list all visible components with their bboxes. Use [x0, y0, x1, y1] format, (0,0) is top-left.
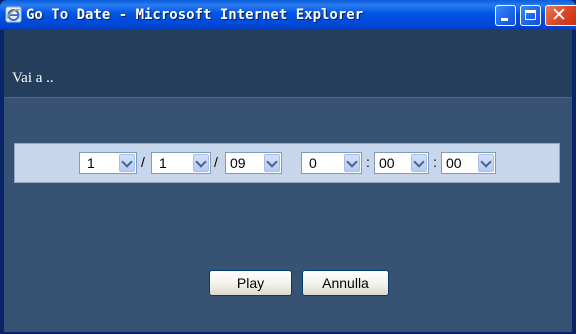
play-button[interactable]: Play — [209, 270, 292, 296]
maximize-button[interactable] — [520, 5, 541, 26]
date-separator: / — [141, 154, 145, 170]
minute-select[interactable]: 00 — [374, 152, 429, 174]
chevron-down-icon[interactable] — [344, 154, 360, 172]
time-separator: : — [433, 154, 437, 170]
close-icon: ✕ — [551, 4, 567, 26]
chevron-down-icon[interactable] — [264, 154, 280, 172]
chevron-down-icon[interactable] — [411, 154, 427, 172]
year-value: 09 — [230, 155, 246, 171]
dialog-content: Vai a .. 1 / 1 / 09 0 : 00: 00 Play Ann… — [4, 30, 572, 332]
internet-explorer-icon — [5, 6, 22, 23]
cancel-button[interactable]: Annulla — [302, 270, 389, 296]
second-select[interactable]: 00 — [441, 152, 496, 174]
date-time-panel: 1 / 1 / 09 0 : 00 : 00 — [14, 143, 560, 183]
day-select[interactable]: 1 — [79, 152, 137, 174]
chevron-down-icon[interactable] — [478, 154, 494, 172]
date-separator: / — [214, 154, 218, 170]
minute-value: 00 — [379, 155, 395, 171]
window-title: Go To Date - Microsoft Internet Explorer — [26, 7, 364, 23]
month-select[interactable]: 1 — [151, 152, 211, 174]
chevron-down-icon[interactable] — [193, 154, 209, 172]
hour-select[interactable]: 0 — [301, 152, 362, 174]
day-value: 1 — [87, 155, 95, 171]
second-value: 00 — [446, 155, 462, 171]
page-title: Vai a .. — [12, 70, 54, 86]
dialog-window: Go To Date - Microsoft Internet Explorer… — [0, 0, 576, 334]
hour-value: 0 — [309, 155, 317, 171]
close-button[interactable]: ✕ — [545, 5, 576, 26]
title-bar[interactable]: Go To Date - Microsoft Internet Explorer… — [0, 0, 576, 30]
month-value: 1 — [159, 155, 167, 171]
dialog-header: Vai a .. — [4, 30, 572, 98]
time-separator: : — [366, 154, 370, 170]
chevron-down-icon[interactable] — [119, 154, 135, 172]
minimize-button[interactable] — [495, 5, 516, 26]
year-select[interactable]: 09 — [225, 152, 282, 174]
